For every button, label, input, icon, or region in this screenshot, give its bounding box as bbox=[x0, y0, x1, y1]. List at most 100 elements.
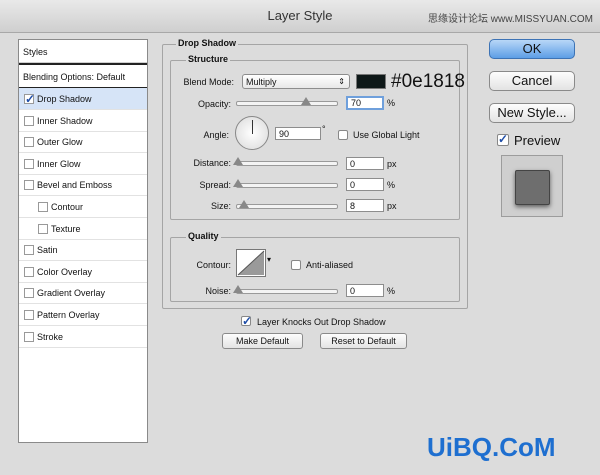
spread-label: Spread: bbox=[199, 180, 231, 190]
noise-input[interactable]: 0 bbox=[346, 284, 384, 297]
sidebar-item-label: Drop Shadow bbox=[37, 94, 92, 104]
sidebar-item[interactable]: Stroke bbox=[19, 326, 147, 348]
sidebar-item-checkbox[interactable] bbox=[24, 266, 34, 277]
sidebar-item-label: Satin bbox=[37, 245, 58, 256]
sidebar-item-checkbox[interactable] bbox=[38, 202, 48, 212]
sidebar-item-checkbox[interactable] bbox=[24, 331, 34, 342]
sidebar-item[interactable]: Drop Shadow bbox=[19, 88, 147, 110]
blend-mode-value: Multiply bbox=[246, 77, 277, 87]
opacity-unit: % bbox=[387, 98, 396, 108]
sidebar-item[interactable]: Pattern Overlay bbox=[19, 304, 147, 326]
use-global-light-checkbox[interactable] bbox=[338, 130, 348, 140]
preview-label: Preview bbox=[514, 133, 561, 148]
sidebar-item-label: Gradient Overlay bbox=[37, 288, 106, 299]
knockout-label: Layer Knocks Out Drop Shadow bbox=[257, 317, 386, 327]
sidebar-item-checkbox[interactable] bbox=[24, 158, 34, 169]
quality-title: Quality bbox=[186, 231, 221, 241]
preview-thumbnail bbox=[501, 155, 563, 217]
use-global-light-label: Use Global Light bbox=[353, 130, 420, 140]
angle-input[interactable]: 90 bbox=[275, 127, 321, 140]
opacity-slider-track[interactable] bbox=[236, 101, 338, 106]
ok-button[interactable]: OK bbox=[489, 39, 575, 59]
sidebar-item[interactable]: Outer Glow bbox=[19, 131, 147, 154]
spread-slider-track[interactable] bbox=[236, 183, 338, 188]
contour-label: Contour: bbox=[196, 260, 231, 270]
sidebar-item[interactable]: Texture bbox=[19, 218, 147, 240]
angle-dial-needle bbox=[252, 120, 253, 134]
watermark-bottom: UiBQ.CoM bbox=[427, 432, 556, 462]
opacity-slider-thumb[interactable] bbox=[301, 97, 311, 105]
styles-header-label: Styles bbox=[23, 47, 48, 57]
spread-unit: % bbox=[387, 180, 396, 190]
styles-panel: Styles Blending Options: Default Drop Sh… bbox=[18, 39, 148, 443]
blend-mode-select[interactable]: Multiply ⇕ bbox=[242, 74, 350, 89]
reset-to-default-button[interactable]: Reset to Default bbox=[320, 333, 407, 349]
angle-dial[interactable] bbox=[235, 116, 269, 150]
knockout-checkbox[interactable] bbox=[241, 314, 252, 328]
sidebar-item[interactable]: Contour bbox=[19, 196, 147, 218]
sidebar-item-label: Inner Glow bbox=[37, 158, 81, 169]
new-style-button[interactable]: New Style... bbox=[489, 103, 575, 123]
distance-slider-track[interactable] bbox=[236, 161, 338, 166]
updown-arrows-icon: ⇕ bbox=[338, 77, 345, 86]
sidebar-item[interactable]: Gradient Overlay bbox=[19, 282, 147, 305]
structure-title: Structure bbox=[186, 54, 231, 64]
angle-unit: ° bbox=[322, 124, 326, 134]
sidebar-item-checkbox[interactable] bbox=[24, 310, 34, 320]
distance-unit: px bbox=[387, 159, 397, 169]
sidebar-item-checkbox[interactable] bbox=[24, 180, 34, 191]
distance-input[interactable]: 0 bbox=[346, 157, 384, 170]
size-slider-track[interactable] bbox=[236, 204, 338, 209]
sidebar-item-label: Pattern Overlay bbox=[37, 310, 100, 320]
sidebar-item-label: Bevel and Emboss bbox=[37, 180, 113, 191]
shadow-color-hex: #0e1818 bbox=[391, 71, 465, 92]
contour-preview[interactable] bbox=[236, 249, 266, 277]
blending-options-item[interactable]: Blending Options: Default bbox=[19, 63, 147, 89]
opacity-input[interactable]: 70 bbox=[346, 96, 384, 110]
size-label: Size: bbox=[210, 201, 231, 211]
sidebar-item-checkbox[interactable] bbox=[24, 137, 34, 148]
watermark-top: 思缘设计论坛 www.MISSYUAN.COM bbox=[428, 14, 594, 25]
preview-square bbox=[515, 170, 550, 205]
sidebar-item-label: Contour bbox=[51, 202, 84, 212]
sidebar-item[interactable]: Color Overlay bbox=[19, 261, 147, 283]
spread-input[interactable]: 0 bbox=[346, 178, 384, 191]
drop-shadow-title: Drop Shadow bbox=[176, 38, 238, 48]
blending-options-label: Blending Options: Default bbox=[23, 72, 126, 82]
sidebar-item[interactable]: Bevel and Emboss bbox=[19, 174, 147, 197]
make-default-button[interactable]: Make Default bbox=[222, 333, 303, 349]
shadow-color-swatch[interactable] bbox=[356, 74, 386, 89]
spread-slider-thumb[interactable] bbox=[233, 179, 243, 187]
noise-label: Noise: bbox=[205, 286, 231, 296]
noise-unit: % bbox=[387, 286, 396, 296]
distance-slider-thumb[interactable] bbox=[233, 157, 243, 165]
sidebar-item[interactable]: Inner Glow bbox=[19, 153, 147, 175]
size-slider-thumb[interactable] bbox=[239, 200, 249, 208]
preview-checkbox[interactable] bbox=[497, 132, 509, 146]
styles-header[interactable]: Styles bbox=[19, 40, 147, 63]
sidebar-item-checkbox[interactable] bbox=[24, 92, 35, 106]
sidebar-item[interactable]: Satin bbox=[19, 239, 147, 262]
distance-label: Distance: bbox=[193, 158, 231, 168]
sidebar-item-checkbox[interactable] bbox=[24, 115, 34, 126]
anti-aliased-label: Anti-aliased bbox=[306, 260, 354, 270]
contour-curve-icon bbox=[237, 250, 265, 276]
sidebar-item-checkbox[interactable] bbox=[24, 288, 34, 299]
sidebar-item-label: Color Overlay bbox=[37, 266, 93, 277]
noise-slider-thumb[interactable] bbox=[233, 285, 243, 293]
opacity-label: Opacity: bbox=[197, 99, 231, 109]
sidebar-item-label: Inner Shadow bbox=[37, 115, 93, 126]
sidebar-item-checkbox[interactable] bbox=[24, 245, 34, 256]
noise-slider-track[interactable] bbox=[236, 289, 338, 294]
sidebar-item-label: Texture bbox=[51, 223, 81, 234]
angle-label: Angle: bbox=[203, 130, 229, 140]
size-input[interactable]: 8 bbox=[346, 199, 384, 212]
sidebar-item-checkbox[interactable] bbox=[38, 223, 48, 234]
anti-aliased-checkbox[interactable] bbox=[291, 260, 301, 270]
blend-mode-label: Blend Mode: bbox=[183, 77, 234, 87]
size-unit: px bbox=[387, 201, 397, 211]
contour-dropdown-arrow-icon[interactable]: ▾ bbox=[267, 255, 271, 264]
sidebar-item-label: Stroke bbox=[37, 331, 64, 342]
sidebar-item[interactable]: Inner Shadow bbox=[19, 110, 147, 132]
cancel-button[interactable]: Cancel bbox=[489, 71, 575, 91]
